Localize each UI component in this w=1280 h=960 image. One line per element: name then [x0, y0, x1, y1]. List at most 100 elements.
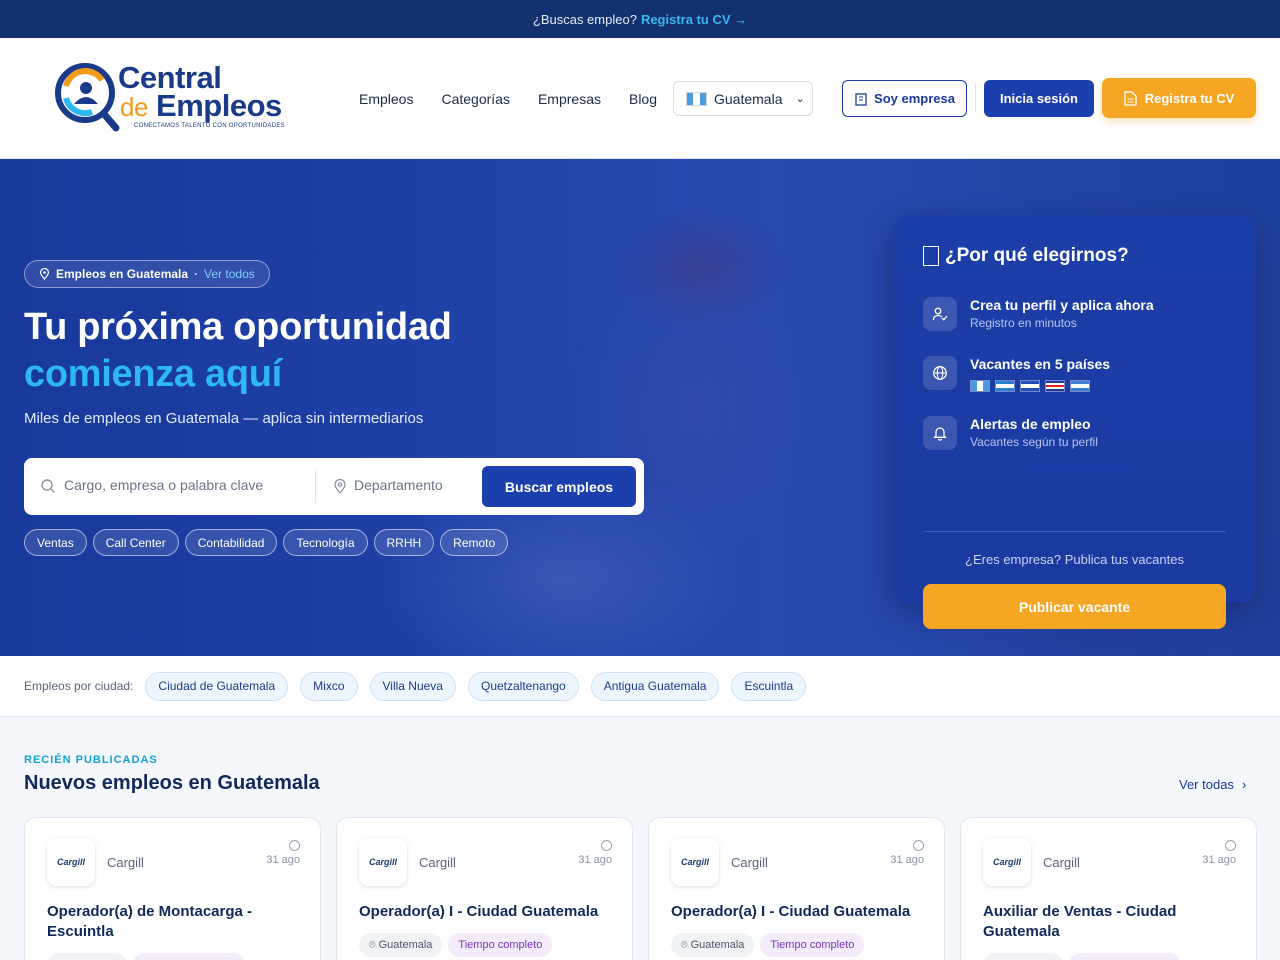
posted-date: 31 ago — [578, 854, 612, 866]
publish-vacancy-button[interactable]: Publicar vacante — [923, 584, 1226, 629]
costa-rica-flag-icon — [1045, 380, 1065, 392]
logo-magnifier-icon — [55, 63, 120, 132]
honduras-flag-icon — [995, 380, 1015, 392]
search-icon — [41, 479, 55, 493]
clock-icon — [913, 840, 924, 851]
nav-blog[interactable]: Blog — [629, 91, 657, 107]
user-check-icon — [923, 297, 957, 331]
why-choose-us-card: ¿Por qué elegirnos? Crea tu perfil y apl… — [893, 215, 1256, 629]
type-tag — [133, 953, 245, 960]
hero-title-line2: comienza aquí — [24, 353, 282, 395]
why-title: ¿Por qué elegirnos? — [923, 245, 1129, 267]
hero-section: Empleos en Guatemala · Ver todos Tu próx… — [0, 159, 1280, 656]
type-tag — [1069, 953, 1181, 960]
location-tag — [983, 953, 1063, 960]
chip-ventas[interactable]: Ventas — [24, 529, 87, 556]
city-antigua-guatemala[interactable]: Antigua Guatemala — [590, 671, 720, 701]
el-salvador-flag-icon — [1020, 380, 1040, 392]
guatemala-flag-icon — [686, 91, 707, 106]
company-logo: Cargill — [359, 838, 407, 886]
chip-call-center[interactable]: Call Center — [92, 529, 179, 556]
cities-strip: Empleos por ciudad: Ciudad de Guatemala … — [0, 656, 1280, 717]
hourglass-icon — [923, 246, 939, 266]
city-ciudad-de-guatemala[interactable]: Ciudad de Guatemala — [145, 671, 289, 701]
clock-icon — [1225, 840, 1236, 851]
document-icon — [1124, 90, 1137, 106]
job-tags: ⌾ Guatemala Tiempo completo — [671, 933, 865, 957]
company-name: Cargill — [1043, 855, 1080, 870]
city-villa-nueva[interactable]: Villa Nueva — [369, 671, 456, 701]
chevron-down-icon: ⌄ — [795, 93, 805, 105]
company-logo: Cargill — [983, 838, 1031, 886]
location-pill[interactable]: Empleos en Guatemala · Ver todos — [24, 260, 270, 288]
logo-tagline: CONECTAMOS TALENTO CON OPORTUNIDADES — [134, 123, 285, 129]
nav-categorias[interactable]: Categorías — [441, 91, 509, 107]
department-input[interactable]: Departamento — [354, 477, 443, 493]
hero-subtitle: Miles de empleos en Guatemala — aplica s… — [24, 410, 424, 427]
job-tags — [47, 953, 245, 960]
location-tag: ⌾ Guatemala — [359, 933, 443, 957]
guatemala-flag-icon — [970, 380, 990, 392]
main-nav: Empleos Categorías Empresas Blog — [359, 38, 657, 159]
keyword-search-input[interactable]: Cargo, empresa o palabra clave — [64, 477, 263, 493]
nav-empresas[interactable]: Empresas — [538, 91, 601, 107]
city-quetzaltenango[interactable]: Quetzaltenango — [467, 671, 579, 701]
chip-remoto[interactable]: Remoto — [440, 529, 509, 556]
company-logo: Cargill — [47, 838, 95, 886]
announcement-text: ¿Buscas empleo? — [532, 11, 637, 27]
hero-title-line1: Tu próxima oportunidad — [24, 306, 452, 348]
company-name: Cargill — [731, 855, 768, 870]
job-search-bar: Cargo, empresa o palabra clave Departame… — [24, 458, 644, 515]
city-escuintla[interactable]: Escuintla — [731, 671, 807, 701]
company-logo: Cargill — [671, 838, 719, 886]
location-tag — [47, 953, 127, 960]
job-title[interactable]: Operador(a) de Montacarga - Escuintla — [47, 902, 297, 942]
chip-rrhh[interactable]: RRHH — [373, 529, 435, 556]
section-title: Nuevos empleos en Guatemala — [24, 772, 320, 794]
building-icon — [855, 92, 867, 106]
nicaragua-flag-icon — [1070, 380, 1090, 392]
company-name: Cargill — [107, 855, 144, 870]
see-all-jobs-link[interactable]: Ver todas › — [1179, 777, 1246, 792]
country-selector[interactable]: Guatemala ⌄ — [673, 81, 813, 116]
job-title[interactable]: Operador(a) I - Ciudad Guatemala — [359, 902, 609, 922]
register-cv-button[interactable]: Registra tu CV — [1102, 78, 1256, 118]
empresa-question: ¿Eres empresa? Publica tus vacantes — [965, 552, 1184, 567]
chevron-right-icon: › — [1241, 777, 1247, 792]
posted-date: 31 ago — [890, 854, 924, 866]
job-title[interactable]: Operador(a) I - Ciudad Guatemala — [671, 902, 921, 922]
map-pin-icon — [39, 268, 50, 280]
login-button[interactable]: Inicia sesión — [984, 80, 1094, 117]
map-pin-icon — [334, 478, 346, 494]
job-card[interactable]: Cargill Cargill 31 ago Operador(a) I - C… — [648, 817, 945, 960]
ver-todos-link[interactable]: Ver todos — [204, 267, 255, 281]
bell-icon — [923, 416, 957, 450]
job-card[interactable]: Cargill Cargill 31 ago Operador(a) de Mo… — [24, 817, 321, 960]
clock-icon — [601, 840, 612, 851]
search-jobs-button[interactable]: Buscar empleos — [482, 466, 636, 507]
job-card[interactable]: Cargill Cargill 31 ago Operador(a) I - C… — [336, 817, 633, 960]
section-kicker: RECIÉN PUBLICADAS — [24, 754, 158, 766]
map-pin-icon: ⌾ — [369, 938, 376, 951]
clock-icon — [289, 840, 300, 851]
company-name: Cargill — [419, 855, 456, 870]
search-divider — [315, 470, 316, 503]
category-chips: Ventas Call Center Contabilidad Tecnolog… — [24, 529, 509, 556]
job-title[interactable]: Auxiliar de Ventas - Ciudad Guatemala — [983, 902, 1233, 942]
announcement-bar: ¿Buscas empleo? Registra tu CV → — [0, 0, 1280, 38]
nav-empleos[interactable]: Empleos — [359, 91, 413, 107]
map-pin-icon: ⌾ — [681, 938, 688, 951]
chip-contabilidad[interactable]: Contabilidad — [184, 529, 278, 556]
logo[interactable]: Central de Empleos CONECTAMOS TALENTO CO… — [52, 58, 292, 140]
job-card[interactable]: Cargill Cargill 31 ago Auxiliar de Venta… — [960, 817, 1257, 960]
city-mixco[interactable]: Mixco — [300, 671, 358, 701]
posted-date: 31 ago — [266, 854, 300, 866]
soy-empresa-button[interactable]: Soy empresa — [842, 80, 967, 117]
posted-date: 31 ago — [1202, 854, 1236, 866]
why-divider — [923, 531, 1226, 532]
register-cv-link[interactable]: Registra tu CV → — [641, 12, 747, 27]
country-label: Guatemala — [714, 90, 783, 107]
job-tags: ⌾ Guatemala Tiempo completo — [359, 933, 553, 957]
logo-empleos: de Empleos — [120, 88, 282, 123]
chip-tecnologia[interactable]: Tecnología — [283, 529, 368, 556]
